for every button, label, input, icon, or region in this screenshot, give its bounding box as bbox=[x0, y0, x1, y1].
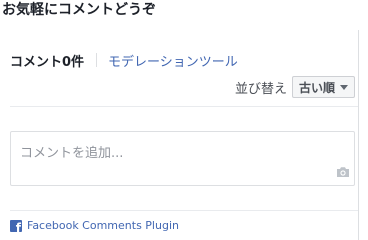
comments-plugin: コメント0件 モデレーションツール 並び替え 古い順 コメントを追加... f … bbox=[0, 30, 359, 240]
comments-header: コメント0件 モデレーションツール bbox=[10, 50, 358, 70]
comment-count: コメント0件 bbox=[10, 54, 85, 70]
header-separator bbox=[96, 53, 98, 67]
sort-row: 並び替え 古い順 bbox=[235, 76, 355, 98]
sort-selected-value: 古い順 bbox=[298, 80, 335, 95]
facebook-plugin-link[interactable]: Facebook Comments Plugin bbox=[27, 219, 179, 232]
camera-icon[interactable] bbox=[336, 166, 350, 178]
comment-input-box[interactable]: コメントを追加... bbox=[10, 131, 355, 186]
sort-label: 並び替え bbox=[234, 81, 287, 97]
sort-order-dropdown[interactable]: 古い順 bbox=[291, 76, 355, 98]
page-title: お気軽にコメントどうぞ bbox=[2, 2, 156, 18]
comment-input[interactable]: コメントを追加... bbox=[20, 142, 123, 161]
moderation-tools-link[interactable]: モデレーションツール bbox=[108, 51, 238, 70]
header-divider bbox=[10, 106, 358, 107]
footer-divider bbox=[10, 210, 358, 211]
facebook-icon: f bbox=[10, 219, 22, 232]
plugin-footer[interactable]: f Facebook Comments Plugin bbox=[10, 219, 179, 232]
chevron-down-icon bbox=[340, 84, 348, 90]
